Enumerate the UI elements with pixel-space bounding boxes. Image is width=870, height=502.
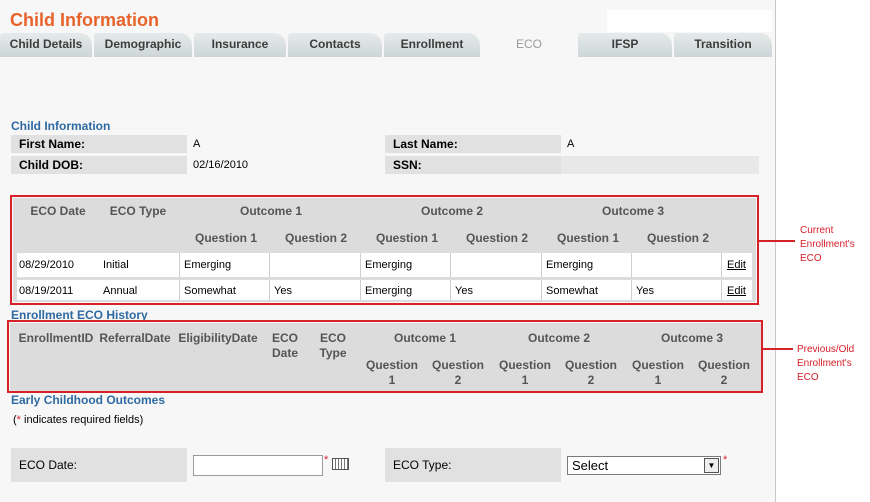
eco-date-required-star: * — [324, 454, 329, 466]
tab-bar: Child Details Demographic Insurance Cont… — [0, 33, 776, 57]
page-title: Child Information — [10, 10, 159, 30]
required-fields-note: (* indicates required fields) — [13, 414, 144, 426]
eco-type-select[interactable]: Select ▼ — [567, 456, 721, 475]
tab-insurance[interactable]: Insurance — [194, 33, 286, 57]
last-name-value: A — [567, 138, 575, 150]
history-eco-annotation: Previous/Old Enrollment's ECO — [797, 344, 855, 383]
calendar-icon[interactable] — [332, 458, 349, 470]
eco-date-label: ECO Date: — [19, 458, 78, 472]
tab-demographic[interactable]: Demographic — [94, 33, 192, 57]
ssn-label: SSN: — [385, 156, 561, 174]
current-eco-connector — [759, 240, 795, 242]
ssn-value — [561, 156, 759, 174]
eco-form-row: ECO Date: * ECO Type: Select ▼ * — [11, 448, 759, 482]
eco-type-selected-value: Select — [572, 458, 609, 473]
first-name-value: A — [193, 138, 201, 150]
current-eco-highlight — [10, 195, 759, 305]
dob-label: Child DOB: — [11, 156, 187, 174]
tab-child-details[interactable]: Child Details — [0, 33, 92, 57]
child-info-section-title: Child Information — [11, 119, 111, 133]
current-eco-annotation: Current Enrollment's ECO — [800, 225, 855, 264]
tab-transition[interactable]: Transition — [674, 33, 772, 57]
history-eco-connector — [763, 348, 793, 350]
tab-ifsp[interactable]: IFSP — [578, 33, 672, 57]
chevron-down-icon[interactable]: ▼ — [704, 458, 719, 473]
last-name-label: Last Name: — [385, 135, 561, 153]
first-name-label: First Name: — [11, 135, 187, 153]
tab-contacts[interactable]: Contacts — [288, 33, 382, 57]
eco-type-label: ECO Type: — [393, 458, 452, 472]
tab-eco[interactable]: ECO — [482, 33, 576, 57]
history-eco-highlight — [7, 320, 763, 393]
eco-date-input[interactable] — [193, 455, 323, 476]
header-blank-box — [607, 10, 772, 32]
tab-enrollment[interactable]: Enrollment — [384, 33, 480, 57]
eco-form-section-title: Early Childhood Outcomes — [11, 393, 166, 407]
eco-type-required-star: * — [723, 454, 728, 466]
dob-value: 02/16/2010 — [193, 159, 249, 171]
